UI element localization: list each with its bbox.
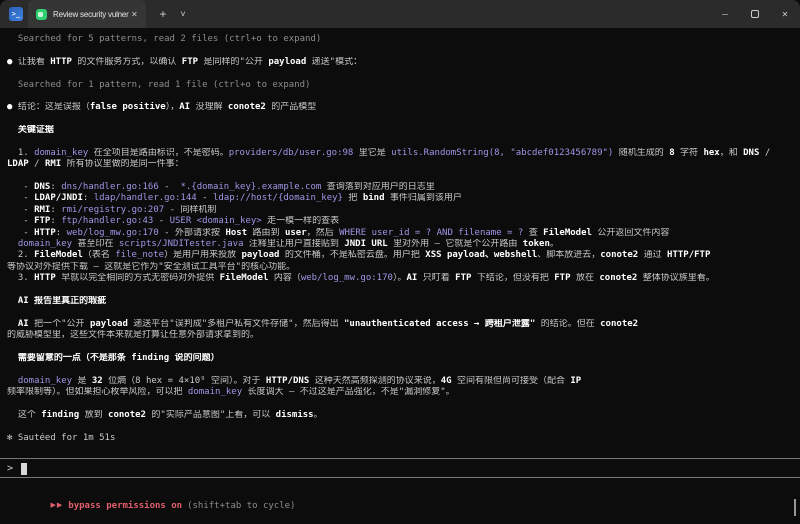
terminal-line: ● 让我看 HTTP 的文件服务方式，以确认 FTP 是同样的"公开 paylo… (7, 57, 791, 68)
input-line[interactable]: > (7, 461, 27, 476)
terminal-line: 关键证据 (7, 125, 791, 136)
terminal-line (7, 171, 791, 182)
terminal-line: AI 报告里真正的瑕疵 (7, 296, 791, 307)
terminal-line: Searched for 1 pattern, read 1 file (ctr… (7, 80, 791, 91)
terminal-line: - RMI: rmi/registry.go:207 - 同样机制 (7, 205, 791, 216)
permissions-status-bar: ▶▶bypass permissions on(shift+tab to cyc… (18, 485, 295, 499)
terminal-line (7, 307, 791, 318)
terminal-line: Searched for 5 patterns, read 2 files (c… (7, 34, 791, 45)
cycle-hint: (shift+tab to cycle) (187, 501, 295, 511)
terminal-line: 的威胁模型里，这些文件本来就是打算让任意外部请求拿到的。 (7, 330, 791, 341)
powershell-icon: >_ (9, 7, 23, 21)
terminal-output: Searched for 5 patterns, read 2 files (c… (7, 34, 791, 444)
terminal-line: ● 结论：这是误报（false positive），AI 没理解 conote2… (7, 102, 791, 113)
maximize-button[interactable] (740, 0, 770, 28)
terminal-line (7, 91, 791, 102)
scrollbar-thumb[interactable] (794, 499, 796, 516)
terminal-line: - FTP: ftp/handler.go:43 - USER <domain_… (7, 216, 791, 227)
prompt-symbol: > (7, 463, 13, 474)
terminal-line (7, 137, 791, 148)
terminal-line: 需要留意的一点（不是那条 finding 说的问题） (7, 353, 791, 364)
tab-close-icon[interactable]: ✕ (131, 10, 138, 19)
maximize-icon (751, 10, 759, 18)
terminal-line: 3. HTTP 早就以完全相同的方式无密码对外提供 FileModel 内容（w… (7, 273, 791, 284)
terminal-line: 这个 finding 放到 conote2 的"实际产品意图"上看，可以 dis… (7, 410, 791, 421)
terminal-line (7, 114, 791, 125)
terminal-line: - DNS: dns/handler.go:166 - *.{domain_ke… (7, 182, 791, 193)
terminal-line (7, 68, 791, 79)
tab-dropdown-button[interactable]: ˅ (173, 0, 193, 28)
terminal-line: LDAP / RMI 所有协议里做的是同一件事： (7, 159, 791, 170)
terminal-line: domain_key 是 32 位熵（8 hex = 4×10⁹ 空间）。对于 … (7, 376, 791, 387)
terminal-line: 等协议对外提供下载 — 这就是它作为"安全测试工具平台"的核心功能。 (7, 262, 791, 273)
minimize-button[interactable]: ─ (710, 0, 740, 28)
terminal-line (7, 45, 791, 56)
text-cursor (21, 463, 27, 475)
terminal-line: domain_key 甚至印在 scripts/JNDITester.java … (7, 239, 791, 250)
titlebar-drag-area (193, 0, 710, 28)
terminal-line (7, 364, 791, 375)
new-tab-button[interactable]: + (153, 0, 173, 28)
tab-review-security[interactable]: Review security vulnerabil ✕ (28, 0, 146, 28)
terminal-line: ✻ Sautéed for 1m 51s (7, 433, 791, 444)
terminal-line (7, 421, 791, 432)
claude-status-icon (36, 9, 47, 20)
fast-forward-icon: ▶▶ (51, 501, 64, 509)
window-titlebar: >_ Review security vulnerabil ✕ + ˅ ─ ✕ (0, 0, 800, 28)
terminal-line (7, 285, 791, 296)
close-button[interactable]: ✕ (770, 0, 800, 28)
terminal-line: - HTTP: web/log_mw.go:170 - 外部请求按 Host 路… (7, 228, 791, 239)
bypass-permissions-label: bypass permissions on (68, 501, 182, 511)
terminal-line: 频率限制等）。但如果担心枚举风险，可以把 domain_key 长度调大 — 不… (7, 387, 791, 398)
terminal-line: - LDAP/JNDI: ldap/handler.go:144 - ldap:… (7, 193, 791, 204)
terminal-line: 1. domain_key 在全项目是路由标识，不是密码。providers/d… (7, 148, 791, 159)
tab-title: Review security vulnerabil (53, 10, 129, 19)
terminal-line: 2. FileModel（表名 file_note）是用户用来投放 payloa… (7, 250, 791, 261)
input-box-border-bottom (0, 477, 800, 478)
terminal-window: >_ Review security vulnerabil ✕ + ˅ ─ ✕ … (0, 0, 800, 524)
terminal-line (7, 342, 791, 353)
terminal-line: AI 把一个"公开 payload 递送平台"误判成"多租户私有文件存储"，然后… (7, 319, 791, 330)
terminal-line (7, 399, 791, 410)
terminal-content[interactable]: Searched for 5 patterns, read 2 files (c… (0, 28, 800, 524)
input-box-border-top (0, 458, 800, 459)
